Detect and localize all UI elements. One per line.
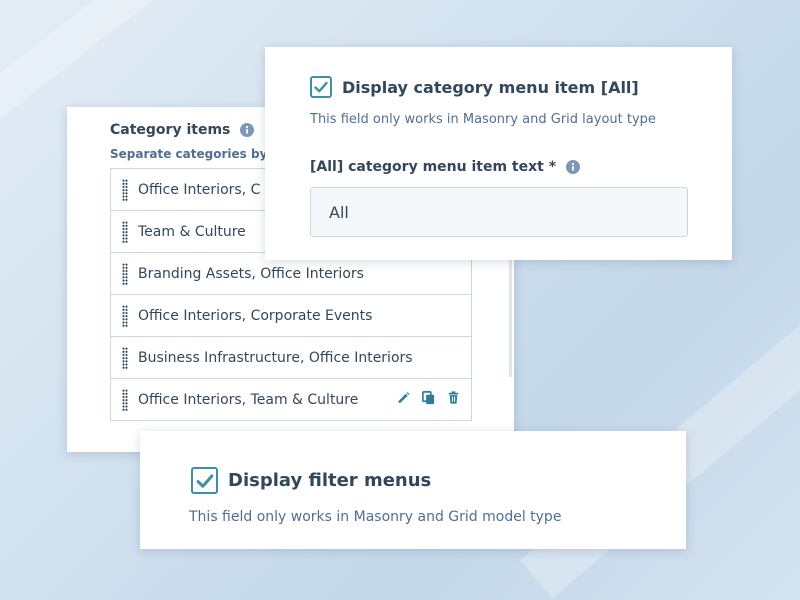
- filter-menus-checkbox[interactable]: [191, 467, 218, 494]
- checkmark-icon: [314, 81, 328, 93]
- drag-handle-icon[interactable]: [122, 178, 128, 201]
- category-items-heading: Category items: [110, 122, 255, 138]
- filter-menus-help-text: This field only works in Masonry and Gri…: [189, 509, 562, 525]
- category-row[interactable]: Business Infrastructure, Office Interior…: [110, 337, 472, 379]
- drag-handle-icon[interactable]: [122, 220, 128, 243]
- all-menu-item-text-label: [All] category menu item text *: [310, 159, 581, 175]
- category-row-label: Office Interiors, Corporate Events: [138, 307, 373, 324]
- all-menu-item-text-input[interactable]: [310, 187, 688, 237]
- all-menu-item-text-label-text: [All] category menu item text *: [310, 159, 557, 175]
- all-menu-item-panel: Display category menu item [All] This fi…: [265, 47, 732, 260]
- drag-handle-icon[interactable]: [122, 388, 128, 411]
- drag-handle-icon[interactable]: [122, 304, 128, 327]
- checkmark-icon: [196, 474, 213, 488]
- category-row-label: Office Interiors, Team & Culture: [138, 391, 359, 408]
- display-all-menu-item-toggle[interactable]: Display category menu item [All]: [310, 76, 639, 98]
- info-icon[interactable]: [240, 123, 255, 137]
- category-row-label: Office Interiors, C: [138, 181, 261, 198]
- filter-menus-panel: Display filter menus This field only wor…: [140, 431, 686, 549]
- category-row-label: Team & Culture: [138, 223, 246, 240]
- copy-icon[interactable]: [421, 390, 436, 405]
- category-items-subtitle: Separate categories by: [110, 147, 268, 161]
- display-filter-menus-toggle[interactable]: Display filter menus: [191, 467, 431, 494]
- drag-handle-icon[interactable]: [122, 262, 128, 285]
- category-row[interactable]: Office Interiors, Team & Culture: [110, 379, 472, 421]
- category-row[interactable]: Office Interiors, Corporate Events: [110, 295, 472, 337]
- category-row-label: Branding Assets, Office Interiors: [138, 265, 364, 282]
- drag-handle-icon[interactable]: [122, 346, 128, 369]
- all-menu-item-checkbox-label: Display category menu item [All]: [342, 77, 639, 97]
- all-menu-item-checkbox[interactable]: [310, 76, 332, 98]
- pencil-icon[interactable]: [396, 390, 411, 405]
- row-actions: [396, 390, 461, 405]
- category-items-title: Category items: [110, 122, 231, 138]
- filter-menus-checkbox-label: Display filter menus: [228, 470, 432, 491]
- all-menu-item-help-text: This field only works in Masonry and Gri…: [310, 112, 656, 127]
- info-icon[interactable]: [566, 160, 581, 174]
- trash-icon[interactable]: [446, 390, 461, 405]
- category-row-label: Business Infrastructure, Office Interior…: [138, 349, 413, 366]
